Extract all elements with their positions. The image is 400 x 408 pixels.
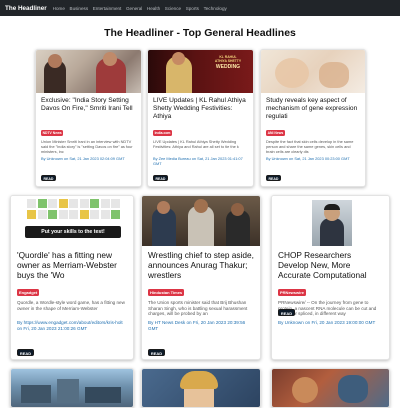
source-badge: PRNewswire xyxy=(278,289,307,296)
news-title[interactable]: LIVE Updates | KL Rahul Athiya Shetty We… xyxy=(153,97,248,121)
news-card: Exclusive: "India Story Setting Davos On… xyxy=(35,49,142,187)
nav-health[interactable]: Health xyxy=(147,6,160,11)
news-meta: By Unknown on Sat, 21 Jan 2023 00:23:00 … xyxy=(266,156,350,162)
news-image xyxy=(272,369,389,407)
brand-link[interactable]: The Headliner xyxy=(5,5,47,12)
news-meta: By Zee Media Bureau on Sat, 21 Jan 2023 … xyxy=(153,156,243,167)
nav-entertainment[interactable]: Entertainment xyxy=(93,6,122,11)
news-image xyxy=(11,369,133,407)
news-card: CHOP Researchers Develop New, More Accur… xyxy=(271,195,390,360)
news-image: Put your skills to the test! xyxy=(11,196,133,246)
read-button[interactable]: READ xyxy=(41,175,56,181)
news-description: The Union sports minister said that Brij… xyxy=(148,300,248,317)
news-meta: By https://www.engadget.com/about/editor… xyxy=(17,320,123,331)
news-card xyxy=(271,368,390,408)
nav-home[interactable]: Home xyxy=(53,6,65,11)
read-button[interactable]: READ xyxy=(148,349,165,356)
news-meta: By Unknown on Fri, 20 Jan 2023 19:00:00 … xyxy=(278,320,376,325)
read-button[interactable]: READ xyxy=(153,175,168,181)
news-card: Wrestling chief to step aside, announces… xyxy=(141,195,261,360)
image-caption: Put your skills to the test! xyxy=(25,226,121,238)
nav-business[interactable]: Business xyxy=(70,6,89,11)
navbar: The Headliner Home Business Entertainmen… xyxy=(0,0,400,16)
news-description: LIVE Updates | KL Rahul Athiya Shetty We… xyxy=(153,139,239,149)
nav-general[interactable]: General xyxy=(126,6,142,11)
read-button[interactable]: READ xyxy=(266,175,281,181)
nav-sports[interactable]: Sports xyxy=(186,6,199,11)
news-image xyxy=(142,196,260,246)
source-badge: ANI News xyxy=(266,130,285,136)
news-description: Despite the fact that skin cells develop… xyxy=(266,139,354,154)
news-image xyxy=(261,50,365,93)
news-title[interactable]: CHOP Researchers Develop New, More Accur… xyxy=(278,251,383,281)
news-card xyxy=(10,368,134,408)
news-image xyxy=(272,196,389,246)
source-badge: NDTV News xyxy=(41,130,64,136)
nav-technology[interactable]: Technology xyxy=(204,6,227,11)
read-button[interactable]: READ xyxy=(17,349,34,356)
news-description: Quordle, a Wordle-style word game, has a… xyxy=(17,300,125,311)
news-image xyxy=(36,50,141,93)
source-badge: Engadget xyxy=(17,289,40,296)
source-badge: India.com xyxy=(153,130,173,136)
source-badge: Hindustan Times xyxy=(148,289,185,296)
news-description: Union Minister Smriti Irani in an interv… xyxy=(41,139,133,154)
news-image xyxy=(142,369,260,407)
news-title[interactable]: 'Quordle' has a fitting new owner as Mer… xyxy=(17,251,127,281)
news-title[interactable]: Exclusive: "India Story Setting Davos On… xyxy=(41,97,136,121)
news-title[interactable]: Wrestling chief to step aside, announces… xyxy=(148,251,254,281)
news-title[interactable]: Study reveals key aspect of mechanism of… xyxy=(266,97,360,121)
news-meta: By HT News Desk on Fri, 20 Jan 2023 20:3… xyxy=(148,320,246,331)
news-card: KL RAHUL ATHIYA SHETTY WEDDING LIVE Upda… xyxy=(147,49,254,187)
news-card: Put your skills to the test! 'Quordle' h… xyxy=(10,195,134,360)
news-card xyxy=(141,368,261,408)
news-meta: By Unknown on Sat, 21 Jan 2023 02:04:09 … xyxy=(41,156,125,162)
news-card: Study reveals key aspect of mechanism of… xyxy=(260,49,366,187)
page-title: The Headliner - Top General Headlines xyxy=(104,27,296,39)
nav-science[interactable]: Science xyxy=(165,6,181,11)
image-caption: WEDDING xyxy=(215,63,241,70)
read-button[interactable]: READ xyxy=(278,309,295,316)
news-image: KL RAHUL ATHIYA SHETTY WEDDING xyxy=(148,50,253,93)
